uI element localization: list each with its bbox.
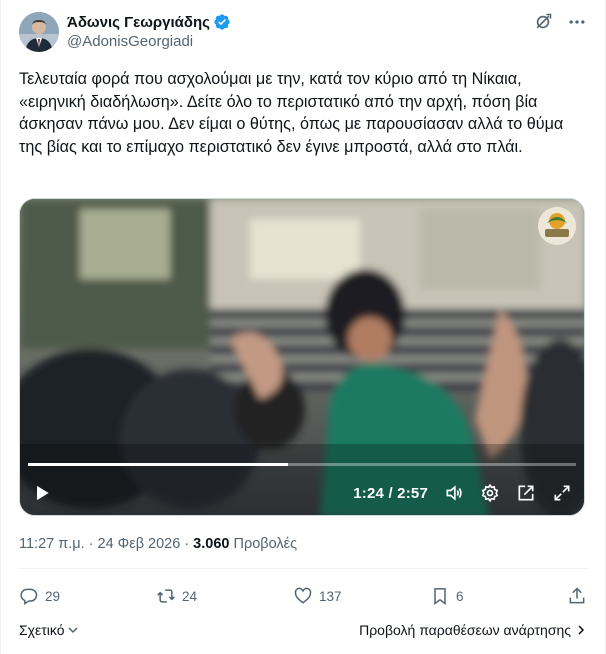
video-progress-fill bbox=[28, 463, 288, 466]
relevant-label: Σχετικό bbox=[19, 622, 65, 638]
grok-icon[interactable] bbox=[533, 12, 553, 32]
tweet-text: Τελευταία φορά που ασχολούμαι με την, κα… bbox=[19, 70, 564, 156]
view-quotes-label: Προβολή παραθέσεων ανάρτησης bbox=[359, 622, 571, 638]
author-display-name[interactable]: Άδωνις Γεωργιάδης bbox=[67, 14, 210, 31]
action-bar: 29 24 137 6 bbox=[19, 584, 587, 608]
bookmark-icon bbox=[434, 588, 446, 605]
like-button[interactable]: 137 bbox=[293, 586, 403, 606]
tweet-card: Άδωνις Γεωργιάδης @AdonisGeorgiadi Τελευ… bbox=[0, 0, 606, 654]
reply-count: 29 bbox=[45, 588, 61, 604]
bookmark-button[interactable]: 6 bbox=[430, 586, 540, 606]
retweet-count: 24 bbox=[182, 588, 198, 604]
author-handle[interactable]: @AdonisGeorgiadi bbox=[67, 33, 193, 50]
relevant-dropdown[interactable]: Σχετικό bbox=[19, 622, 79, 638]
tweet-time[interactable]: 11:27 π.μ. bbox=[19, 536, 85, 552]
reply-button[interactable]: 29 bbox=[19, 586, 129, 606]
chevron-right-icon bbox=[578, 625, 585, 635]
picture-in-picture-icon[interactable] bbox=[516, 483, 536, 503]
video-controls: 1:24 / 2:57 bbox=[20, 471, 584, 515]
tweet-meta: 11:27 π.μ. · 24 Φεβ 2026 · 3.060 Προβολέ… bbox=[19, 536, 297, 552]
bookmark-count: 6 bbox=[456, 588, 464, 604]
views-count: 3.060 bbox=[193, 536, 230, 552]
video-player[interactable]: 1:24 / 2:57 bbox=[19, 198, 585, 516]
tweet-date[interactable]: 24 Φεβ 2026 bbox=[98, 536, 181, 552]
video-time: 1:24 / 2:57 bbox=[353, 484, 428, 502]
divider bbox=[19, 568, 587, 569]
play-icon[interactable] bbox=[32, 483, 52, 503]
more-options-icon[interactable] bbox=[567, 12, 587, 32]
share-button[interactable] bbox=[567, 586, 587, 606]
verified-badge-icon bbox=[213, 13, 231, 31]
channel-logo-icon bbox=[538, 207, 576, 245]
meta-separator-2: · bbox=[184, 536, 190, 552]
fullscreen-icon[interactable] bbox=[552, 483, 572, 503]
share-icon bbox=[569, 587, 585, 604]
heart-icon bbox=[294, 587, 312, 604]
retweet-icon bbox=[157, 589, 175, 603]
author-avatar[interactable] bbox=[19, 12, 59, 52]
video-frame bbox=[20, 199, 584, 515]
meta-separator: · bbox=[88, 536, 94, 552]
settings-icon[interactable] bbox=[480, 483, 500, 503]
like-count: 137 bbox=[319, 588, 342, 604]
retweet-button[interactable]: 24 bbox=[156, 586, 266, 606]
volume-icon[interactable] bbox=[444, 483, 464, 503]
reply-icon bbox=[20, 588, 38, 605]
views-label: Προβολές bbox=[233, 536, 298, 552]
tweet-footer: Σχετικό Προβολή παραθέσεων ανάρτησης bbox=[19, 620, 587, 640]
chevron-down-icon bbox=[67, 627, 78, 634]
view-quotes-link[interactable]: Προβολή παραθέσεων ανάρτησης bbox=[359, 622, 587, 638]
video-progress-bar[interactable] bbox=[28, 463, 576, 466]
